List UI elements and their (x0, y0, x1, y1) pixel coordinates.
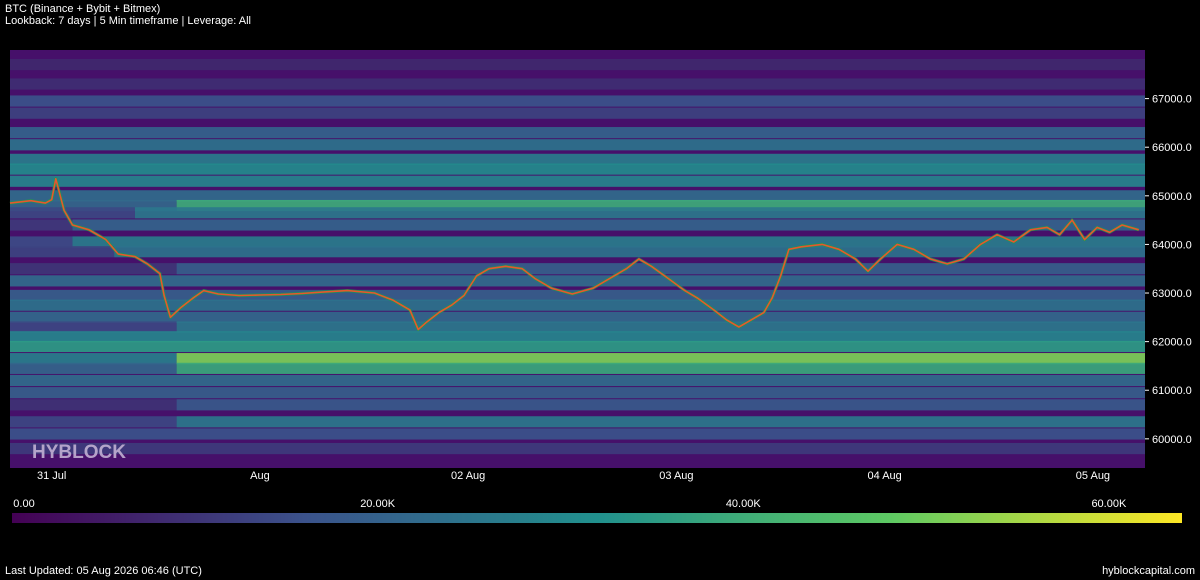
colorbar-tick-label: 60.00K (1091, 498, 1127, 510)
liquidation-band-early (10, 399, 177, 411)
watermark-logo: HYBLOCK (32, 442, 126, 463)
liquidation-band-early (10, 246, 115, 258)
liquidation-band-early (10, 321, 177, 333)
liquidation-band-early (10, 362, 177, 374)
colorbar (12, 513, 1182, 523)
liquidation-band (10, 331, 1145, 343)
colorbar-gradient (12, 513, 1182, 523)
y-tick-label: 65000.0 (1152, 191, 1192, 203)
liquidation-band (10, 442, 1145, 455)
liquidation-band (176, 416, 1146, 428)
y-tick-label: 64000.0 (1152, 239, 1192, 251)
site-link[interactable]: hyblockcapital.com (1102, 565, 1195, 577)
x-tick-label: 03 Aug (659, 470, 693, 482)
x-tick-label: 31 Jul (37, 470, 66, 482)
y-tick-label: 62000.0 (1152, 337, 1192, 349)
liquidation-band (176, 353, 1146, 365)
x-tick-label: Aug (250, 470, 270, 482)
liquidation-band-early (10, 416, 177, 428)
liquidation-band-early (10, 353, 177, 365)
y-tick-label: 66000.0 (1152, 142, 1192, 154)
last-updated: Last Updated: 05 Aug 2026 06:46 (UTC) (5, 565, 202, 577)
y-tick-label: 67000.0 (1152, 94, 1192, 106)
liquidation-band (10, 428, 1145, 440)
liquidation-band (176, 399, 1146, 411)
liquidation-band-early (10, 236, 73, 248)
liquidation-band (10, 311, 1145, 323)
y-tick-label: 60000.0 (1152, 434, 1192, 446)
liquidation-heatmap-chart[interactable]: HYBLOCK 60000.0 61000.0 62000.0 63000.0 64000… (0, 0, 1200, 500)
y-tick-label: 61000.0 (1152, 385, 1192, 397)
colorbar-tick-label: 20.00K (360, 498, 396, 510)
liquidation-band (176, 321, 1146, 333)
colorbar-tick-label: 0.00 (13, 498, 35, 510)
liquidation-band (10, 340, 1145, 353)
liquidation-band (10, 387, 1145, 399)
liquidation-band (176, 362, 1146, 374)
liquidation-band-early (10, 219, 73, 231)
liquidation-band (10, 374, 1145, 387)
x-tick-label: 05 Aug (1076, 470, 1110, 482)
x-tick-label: 04 Aug (868, 470, 902, 482)
x-tick-label: 02 Aug (451, 470, 485, 482)
y-tick-label: 63000.0 (1152, 288, 1192, 300)
colorbar-tick-label: 40.00K (725, 498, 761, 510)
